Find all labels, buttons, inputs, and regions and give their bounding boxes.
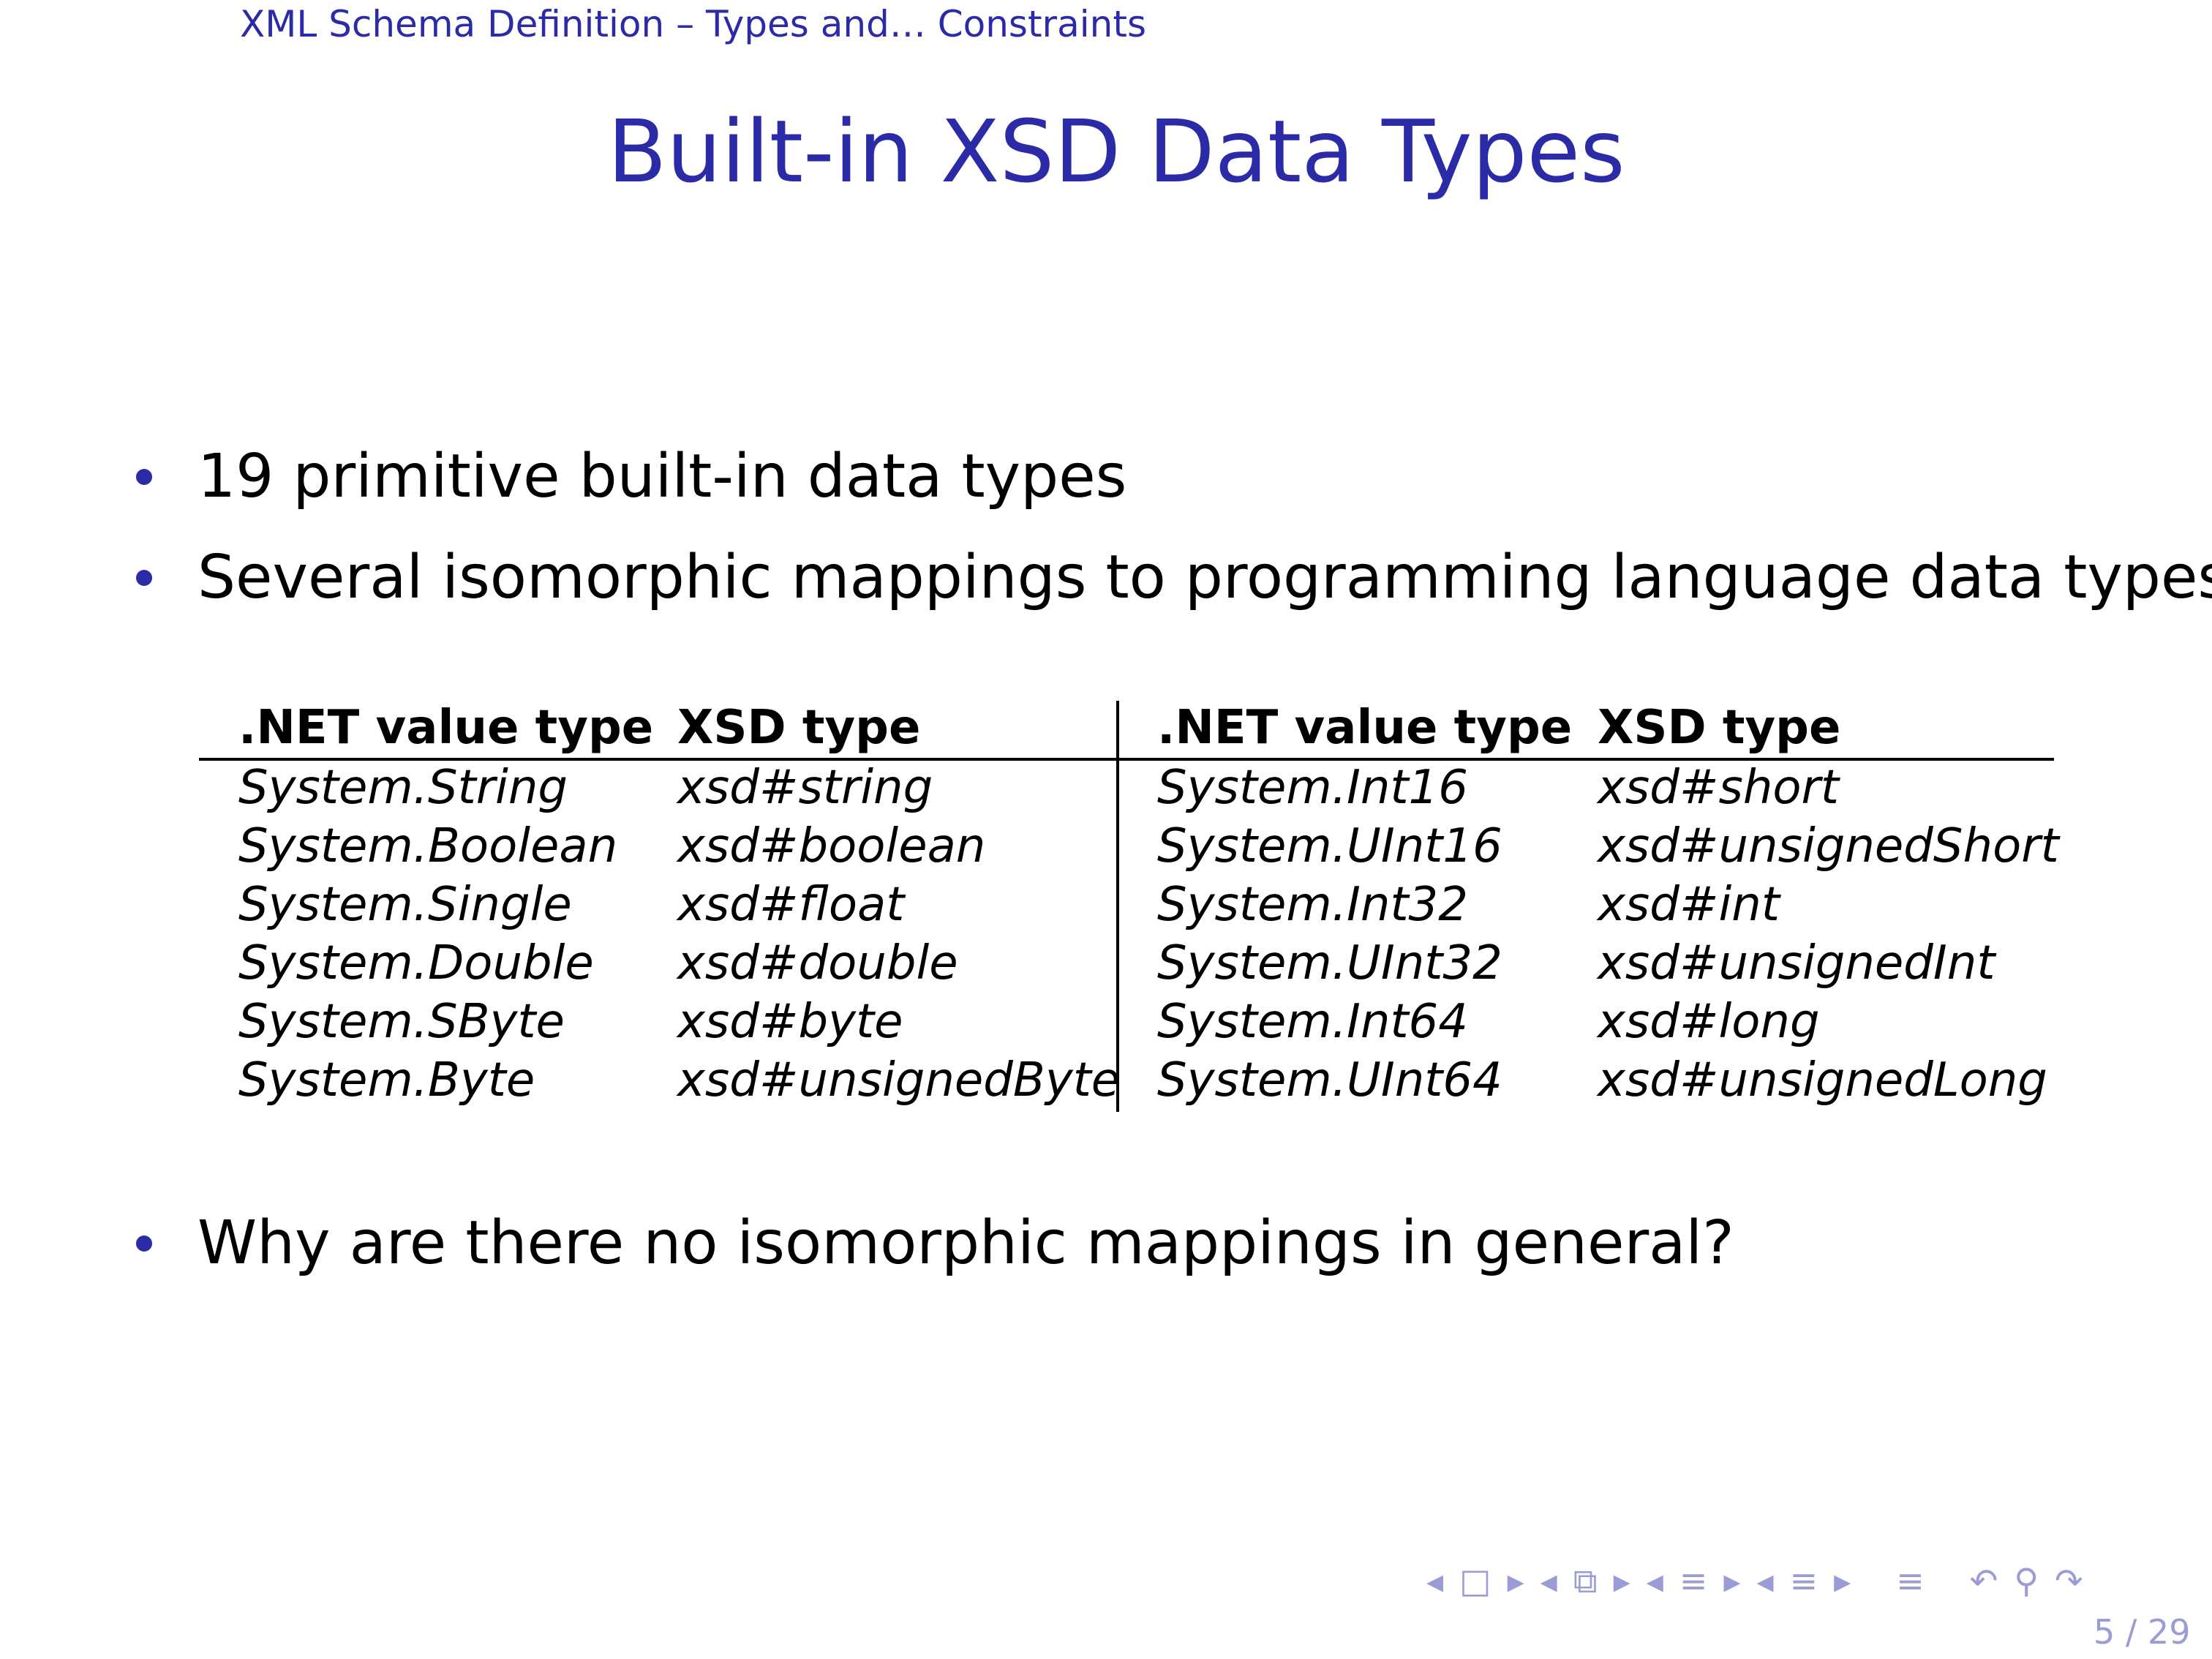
table-cell: xsd#int <box>1598 878 1780 932</box>
table-cell: System.UInt16 <box>1157 819 1502 873</box>
nav-prev-section-icon[interactable]: ◂ <box>1647 1564 1663 1598</box>
bullet-item: Why are there no isomorphic mappings in … <box>136 1208 1734 1278</box>
bullet-item: Several isomorphic mappings to programmi… <box>136 543 2212 612</box>
nav-next-subsection-icon[interactable]: ▸ <box>1614 1564 1630 1598</box>
bullet-dot-icon <box>136 468 152 485</box>
nav-forward-icon[interactable]: ↷ <box>2055 1564 2083 1598</box>
bullet-text: 19 primitive built-in data types <box>198 442 1127 511</box>
section-header-title: XML Schema Definition – Types and… Const… <box>240 3 1146 45</box>
table-cell: System.Boolean <box>238 819 618 873</box>
bullet-dot-icon <box>136 1235 152 1252</box>
nav-next-section-icon[interactable]: ▸ <box>1723 1564 1740 1598</box>
nav-prev-frame-icon[interactable]: ◂ <box>1426 1564 1443 1598</box>
nav-prev-subsection-icon[interactable]: ◂ <box>1540 1564 1557 1598</box>
table-cell: xsd#unsignedInt <box>1598 936 1995 990</box>
table-cell: System.Int64 <box>1157 995 1468 1049</box>
nav-frame-icon[interactable]: □ <box>1459 1564 1491 1598</box>
table-cell: xsd#long <box>1598 995 1820 1049</box>
table-cell: xsd#double <box>677 936 958 990</box>
nav-next-frame-icon[interactable]: ▸ <box>1508 1564 1524 1598</box>
nav-back-icon[interactable]: ↶ <box>1970 1564 1998 1598</box>
table-cell: xsd#byte <box>677 995 903 1049</box>
column-header: .NET value type <box>1157 701 1573 755</box>
nav-prev-part-icon[interactable]: ◂ <box>1756 1564 1773 1598</box>
table-cell: System.Int16 <box>1157 761 1468 815</box>
nav-section-icon[interactable]: ≡ <box>1679 1564 1708 1598</box>
table-cell: xsd#unsignedLong <box>1598 1053 2047 1107</box>
table-cell: xsd#boolean <box>677 819 986 873</box>
column-header: .NET value type <box>238 701 654 755</box>
bullet-dot-icon <box>136 569 152 586</box>
table-cell: System.Byte <box>238 1053 535 1107</box>
bullet-item: 19 primitive built-in data types <box>136 442 1126 511</box>
beamer-navigation-bar: ◂ □ ▸ ◂ ⧉ ▸ ◂ ≡ ▸ ◂ ≡ ▸ ≡ ↶ ⚲ ↷ <box>1426 1564 2083 1598</box>
bullet-text: Several isomorphic mappings to programmi… <box>198 543 2212 612</box>
table-cell: xsd#string <box>677 761 933 815</box>
nav-subsection-icon[interactable]: ⧉ <box>1573 1564 1598 1598</box>
table-cell: System.UInt64 <box>1157 1053 1502 1107</box>
table-cell: System.String <box>238 761 568 815</box>
table-cell: xsd#unsignedByte <box>677 1053 1121 1107</box>
table-cell: System.Double <box>238 936 594 990</box>
table-cell: System.UInt32 <box>1157 936 1502 990</box>
nav-next-part-icon[interactable]: ▸ <box>1834 1564 1851 1598</box>
column-divider <box>1116 701 1119 1112</box>
page-number: 5 / 29 <box>2094 1612 2191 1652</box>
table-cell: xsd#unsignedShort <box>1598 819 2059 873</box>
table-cell: xsd#short <box>1598 761 1839 815</box>
type-mapping-table: .NET value type XSD type .NET value type… <box>199 695 2059 1112</box>
bullet-text: Why are there no isomorphic mappings in … <box>198 1208 1734 1278</box>
column-header: XSD type <box>677 701 921 755</box>
slide-title: Built-in XSD Data Types <box>607 101 1625 202</box>
table-cell: System.SByte <box>238 995 565 1049</box>
column-header: XSD type <box>1598 701 1841 755</box>
table-cell: System.Single <box>238 878 572 932</box>
nav-search-icon[interactable]: ⚲ <box>2014 1564 2039 1598</box>
nav-document-icon[interactable]: ≡ <box>1896 1564 1925 1598</box>
table-cell: System.Int32 <box>1157 878 1468 932</box>
table-cell: xsd#float <box>677 878 905 932</box>
nav-part-icon[interactable]: ≡ <box>1790 1564 1818 1598</box>
